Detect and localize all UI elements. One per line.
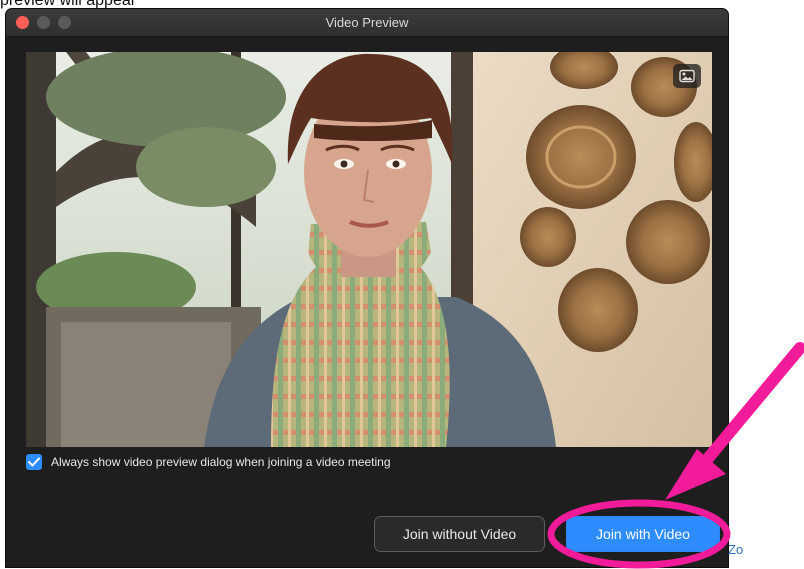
arrow-annotation xyxy=(665,342,804,500)
highlight-ellipse xyxy=(547,499,731,569)
annotation-overlay xyxy=(547,342,804,569)
